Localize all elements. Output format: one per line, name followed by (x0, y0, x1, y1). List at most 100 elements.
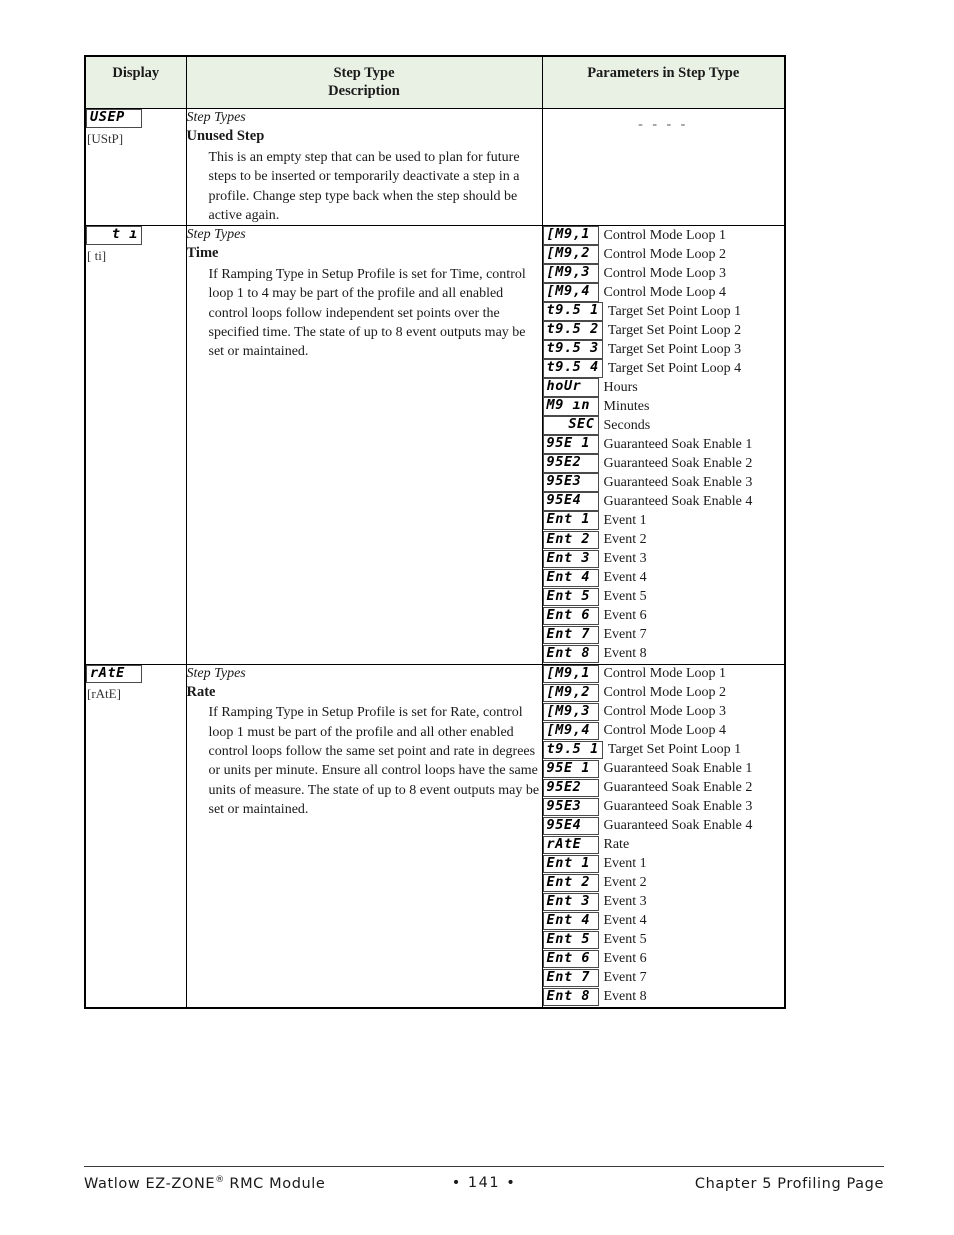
parameter-display-code: Ent 8 (542, 644, 599, 664)
parameter-display-code: t9.5 1 (542, 302, 603, 321)
column-header-parameters: Parameters in Step Type (541, 55, 786, 110)
parameter-label: Guaranteed Soak Enable 3 (603, 799, 753, 815)
parameter-display-code: Ent 3 (542, 892, 599, 912)
parameter-display-code: SEC (542, 416, 599, 435)
parameter-label: Event 3 (603, 894, 647, 910)
column-header-description-line1: Step Type (333, 65, 395, 81)
parameter-display-code: Ent 1 (542, 511, 599, 530)
parameter-label: Guaranteed Soak Enable 1 (603, 437, 753, 452)
parameter-item: t9.5 3 Target Set Point Loop 3 (542, 340, 785, 359)
parameter-label: Event 7 (603, 627, 647, 643)
cell-description: Step Types Unused Step This is an empty st… (185, 108, 543, 227)
parameter-item: Ent 8 Event 8 (542, 987, 785, 1007)
parameter-display-code: [M9,2 (542, 245, 599, 264)
parameter-label: Target Set Point Loop 1 (607, 303, 742, 319)
parameter-item: rAtE Rate (542, 835, 785, 855)
parameter-item: Ent 1 Event 1 (542, 854, 785, 874)
parameter-label: Event 7 (603, 970, 647, 986)
parameter-label: Control Mode Loop 2 (603, 685, 727, 701)
parameter-display-code: [M9,2 (542, 683, 599, 703)
parameter-item: t9.5 2 Target Set Point Loop 2 (542, 321, 785, 340)
parameter-label: Event 4 (603, 913, 647, 929)
parameter-display-code: 95E 1 (542, 435, 599, 454)
parameter-item: Ent 6 Event 6 (542, 949, 785, 969)
parameter-item: Ent 3 Event 3 (542, 549, 785, 569)
description-kicker: Step Types (186, 110, 246, 126)
parameter-display-code: [M9,4 (542, 283, 599, 302)
footer-divider (84, 1166, 884, 1167)
parameter-display-code: 95E2 (542, 454, 599, 473)
description-kicker: Step Types (186, 665, 246, 681)
description-kicker: Step Types (186, 227, 246, 243)
parameter-label: Event 5 (603, 589, 647, 605)
parameter-label: Control Mode Loop 1 (603, 227, 727, 243)
parameter-item: [M9,2 Control Mode Loop 2 (542, 683, 785, 703)
parameter-display-code: hoUr (542, 378, 599, 397)
parameter-item: Ent 7 Event 7 (542, 625, 785, 645)
parameter-label: Guaranteed Soak Enable 2 (603, 456, 753, 472)
parameter-item: 95E 1 Guaranteed Soak Enable 1 (542, 759, 785, 779)
parameter-display-code: Ent 5 (542, 930, 599, 950)
parameter-label: Event 8 (603, 989, 647, 1005)
description-title: Unused Step (186, 128, 265, 145)
column-header-description: Step Type Description (185, 55, 543, 110)
footer-page-number: • 141 • (451, 1175, 517, 1191)
cell-display: rAtE [rAtE] (84, 663, 187, 1009)
parameter-label: Event 5 (603, 932, 647, 948)
parameter-display-code: [M9,3 (542, 264, 599, 283)
parameter-display-code: Ent 1 (542, 854, 599, 874)
seven-segment-display-code: rAtE (86, 664, 142, 684)
parameter-item: M9 ın Minutes (542, 397, 785, 416)
parameter-item: t9.5 1 Target Set Point Loop 1 (542, 302, 785, 321)
parameter-item: 95E2 Guaranteed Soak Enable 2 (542, 454, 785, 473)
parameter-display-code: Ent 2 (542, 530, 599, 550)
parameter-item: Ent 2 Event 2 (542, 530, 785, 550)
parameter-display-code: 95E3 (542, 797, 599, 817)
parameter-display-code: Ent 5 (542, 587, 599, 607)
parameter-display-code: t9.5 4 (542, 359, 603, 378)
parameter-item: 95E2 Guaranteed Soak Enable 2 (542, 778, 785, 798)
seven-segment-display-code: t ı (86, 226, 142, 245)
column-header-display: Display (84, 55, 187, 110)
parameter-label: Event 1 (603, 856, 647, 872)
cell-display: USEP [UStP] (84, 108, 187, 227)
parameter-display-code: Ent 3 (542, 549, 599, 569)
page-footer: Watlow EZ-ZONE® RMC Module • 141 • Chapt… (84, 1175, 884, 1192)
table-row: rAtE [rAtE] Step Types Rate If Ramping Type … (84, 663, 786, 1009)
parameter-label: Guaranteed Soak Enable 1 (603, 761, 753, 777)
parameter-label: Event 2 (603, 532, 647, 548)
parameter-display-code: rAtE (542, 835, 599, 855)
parameter-display-code: 95E3 (542, 473, 599, 492)
cell-description: Step Types Rate If Ramping Type in Setup P… (185, 663, 543, 1009)
parameter-item: Ent 5 Event 5 (542, 930, 785, 950)
cell-parameters: [M9,1 Control Mode Loop 1 [M9,2 Control Mod… (541, 225, 786, 665)
seven-segment-display-code: USEP (86, 109, 142, 128)
table-row: USEP [UStP] Step Types Unused Step This is a… (84, 108, 786, 227)
parameter-display-code: [M9,1 (542, 226, 599, 245)
parameter-display-code: Ent 2 (542, 873, 599, 893)
parameter-item: [M9,2 Control Mode Loop 2 (542, 245, 785, 264)
parameter-label: Event 6 (603, 951, 647, 967)
parameter-label: Event 6 (603, 608, 647, 624)
cell-description: Step Types Time If Ramping Type in Setup P… (185, 225, 543, 665)
parameter-display-code: Ent 6 (542, 949, 599, 969)
parameter-item: 95E3 Guaranteed Soak Enable 3 (542, 797, 785, 817)
parameter-display-code: 95E 1 (542, 759, 599, 779)
parameter-display-code: Ent 6 (542, 606, 599, 626)
parameter-display-code: t9.5 2 (542, 321, 603, 340)
parameter-label: Event 8 (603, 646, 647, 662)
table-header: Display Step Type Description Parameters… (84, 55, 786, 110)
parameter-item: Ent 1 Event 1 (542, 511, 785, 530)
parameter-display-code: [M9,1 (542, 664, 599, 684)
parameter-label: Guaranteed Soak Enable 4 (603, 494, 753, 510)
display-code-ascii: [rAtE] (87, 686, 121, 702)
parameter-label: Minutes (603, 398, 650, 414)
parameter-item: t9.5 1 Target Set Point Loop 1 (542, 740, 785, 760)
description-title: Rate (186, 683, 216, 700)
parameters-empty-placeholder: - - - - (638, 117, 689, 133)
parameter-label: Control Mode Loop 1 (603, 666, 727, 682)
parameter-item: [M9,3 Control Mode Loop 3 (542, 264, 785, 283)
parameter-label: Control Mode Loop 3 (603, 704, 727, 720)
parameter-label: Target Set Point Loop 1 (607, 742, 742, 758)
parameter-item: [M9,4 Control Mode Loop 4 (542, 283, 785, 302)
